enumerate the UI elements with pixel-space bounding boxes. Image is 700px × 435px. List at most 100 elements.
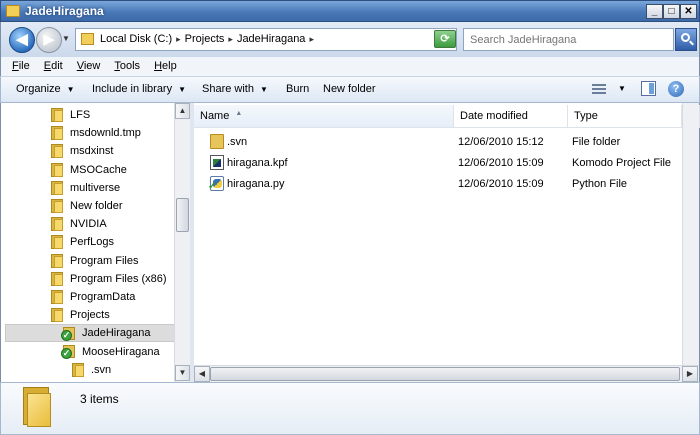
scroll-thumb[interactable]	[176, 198, 189, 232]
tree-item[interactable]: ✓ JadeHiragana	[5, 324, 175, 343]
breadcrumb-item[interactable]: JadeHiragana	[237, 33, 306, 45]
burn-button[interactable]: Burn	[286, 83, 309, 95]
tree-item-label: MSOCache	[70, 163, 127, 176]
file-name: .svn	[227, 136, 248, 148]
tree-item[interactable]: Program Files	[51, 252, 138, 270]
file-date: 12/06/2010 15:09	[458, 157, 544, 169]
tree-item[interactable]: Program Files (x86)	[51, 270, 167, 288]
tree-item[interactable]: ProgramData	[51, 288, 135, 306]
item-count: 3 items	[80, 392, 119, 406]
folder-icon	[81, 33, 94, 45]
folder-icon	[51, 308, 65, 323]
menu-item[interactable]: View	[70, 57, 108, 76]
folder-icon	[72, 362, 86, 377]
scroll-up-icon[interactable]: ▲	[175, 103, 190, 119]
svn-folder-icon: ✓	[61, 326, 77, 341]
command-bar: Organize ▼ Include in library ▼ Share with…	[0, 76, 700, 103]
file-row[interactable]: hiragana.kpf 12/06/2010 15:09 Komodo Proje…	[202, 153, 682, 174]
refresh-button[interactable]: ⟳	[434, 30, 456, 48]
tree-item[interactable]: ✓ MooseHiragana	[61, 343, 160, 361]
file-row[interactable]: hiragana.py 12/06/2010 15:09 Python File	[202, 174, 682, 195]
tree-item[interactable]: Projects	[51, 306, 110, 324]
address-field[interactable]: Local Disk (C:)▸Projects▸JadeHiragana▸ ▼	[75, 28, 501, 51]
navigation-scrollbar[interactable]: ▲ ▼	[174, 103, 190, 382]
file-type: Komodo Project File	[572, 157, 672, 169]
scroll-left-icon[interactable]: ◀	[194, 366, 210, 382]
change-view-icon[interactable]	[592, 83, 606, 95]
folder-icon	[23, 387, 53, 427]
menu-item[interactable]: Edit	[37, 57, 70, 76]
folder-icon	[210, 134, 224, 149]
tree-item-label: ProgramData	[70, 291, 136, 303]
tree-item-label: msdxinst	[70, 145, 114, 158]
folder-icon	[51, 217, 65, 232]
file-name: hiragana.py	[227, 178, 285, 190]
back-button[interactable]: ◀	[9, 27, 35, 53]
menu-item[interactable]: Tools	[107, 57, 147, 76]
organize-button[interactable]: Organize ▼	[16, 83, 75, 95]
folder-icon	[51, 126, 65, 141]
breadcrumb-item[interactable]: Projects	[185, 33, 225, 45]
svn-folder-icon: ✓	[61, 344, 77, 360]
help-icon[interactable]: ?	[668, 81, 684, 97]
search-input[interactable]	[463, 28, 674, 51]
sort-ascending-icon: ▲	[235, 110, 243, 117]
maximize-button[interactable]: □	[663, 4, 680, 19]
file-list-vertical-scrollbar[interactable]	[682, 103, 699, 365]
tree-item[interactable]: NVIDIA	[51, 215, 107, 233]
breadcrumb-arrow-icon[interactable]: ▸	[176, 34, 181, 45]
tree-item[interactable]: New folder	[51, 197, 123, 215]
header-divider	[194, 127, 700, 128]
search-icon[interactable]	[675, 28, 697, 51]
scroll-right-icon[interactable]: ▶	[682, 366, 698, 382]
tree-item[interactable]: msdownld.tmp	[51, 124, 141, 142]
include-in-library-button[interactable]: Include in library ▼	[92, 83, 186, 95]
tree-item[interactable]: multiverse	[51, 179, 120, 197]
menu-item[interactable]: Help	[147, 57, 184, 76]
file-list[interactable]: Name▲ Date modified Type Si .svn12/06/20…	[194, 103, 700, 382]
breadcrumb-arrow-icon[interactable]: ▸	[309, 34, 314, 45]
new-folder-button[interactable]: New folder	[323, 83, 376, 95]
scroll-thumb[interactable]	[210, 367, 680, 381]
preview-pane-icon[interactable]	[641, 81, 656, 96]
folder-icon	[51, 235, 65, 250]
tree-item[interactable]: MSOCache	[51, 161, 127, 179]
forward-button[interactable]: ▶	[36, 27, 62, 53]
folder-icon	[51, 108, 65, 122]
breadcrumb-item[interactable]: Local Disk (C:)	[100, 33, 172, 45]
minimize-button[interactable]: _	[646, 4, 663, 19]
tree-item[interactable]: .svn	[72, 361, 111, 379]
file-list-horizontal-scrollbar[interactable]: ◀ ▶	[194, 365, 699, 382]
folder-icon	[51, 199, 65, 213]
tree-item[interactable]: LFS	[51, 106, 90, 124]
tree-item[interactable]: msdxinst	[51, 142, 113, 160]
breadcrumb-arrow-icon[interactable]: ▸	[228, 34, 233, 45]
column-header-date-modified[interactable]: Date modified	[454, 105, 568, 127]
scroll-down-icon[interactable]: ▼	[175, 365, 190, 381]
tree-item-label: Program Files	[70, 254, 139, 267]
view-options-chevron-icon[interactable]: ▼	[618, 84, 626, 93]
folder-icon	[51, 253, 65, 268]
tree-item[interactable]: PerfLogs	[51, 233, 114, 251]
folder-icon	[51, 180, 65, 195]
tree-item-label: msdownld.tmp	[70, 127, 141, 140]
recent-pages-chevron-icon[interactable]: ▼	[62, 34, 70, 43]
breadcrumb: Local Disk (C:) ▸ Projects ▸ JadeHiragana ▸	[100, 33, 314, 45]
file-type: Python File	[572, 178, 628, 190]
navigation-pane[interactable]: LFS msdownld.tmp msdxinst MSOCache multivers…	[0, 103, 190, 382]
title-bar[interactable]: JadeHiragana _ □ ✕	[0, 0, 700, 22]
share-with-button[interactable]: Share with ▼	[202, 83, 268, 95]
folder-icon	[51, 271, 65, 286]
menu-bar: File Edit View Tools Help	[0, 57, 700, 76]
folder-icon	[51, 162, 65, 177]
tree-item-label: .svn	[91, 363, 112, 376]
folder-icon	[51, 290, 65, 304]
file-type: File folder	[572, 136, 621, 148]
file-row[interactable]: .svn 12/06/2010 15:12 File folder	[202, 132, 682, 153]
close-button[interactable]: ✕	[680, 4, 697, 19]
chevron-down-icon: ▼	[66, 85, 75, 94]
chevron-down-icon: ▼	[259, 85, 268, 94]
column-header-type[interactable]: Type	[568, 105, 682, 127]
column-header-name[interactable]: Name ▲	[194, 105, 454, 127]
menu-item[interactable]: File	[5, 57, 37, 76]
